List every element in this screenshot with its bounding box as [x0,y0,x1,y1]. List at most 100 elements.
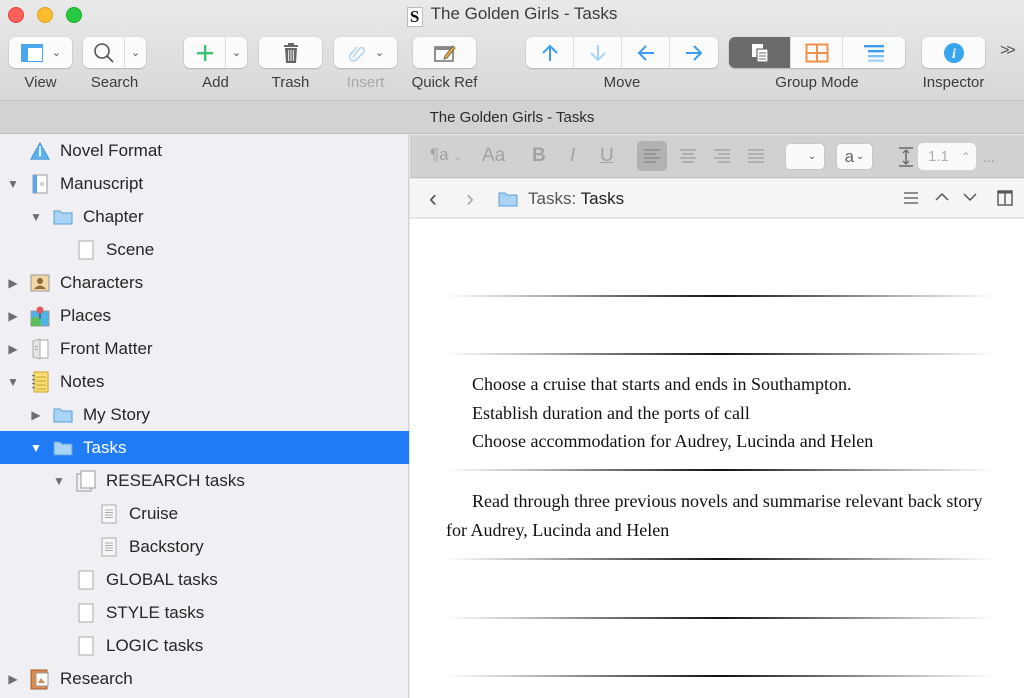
inspector-button[interactable]: i [922,37,985,68]
outliner-icon [864,44,884,62]
binder-item-scene[interactable]: Scene [0,233,409,266]
binder-item-chapter[interactable]: ▼ Chapter [0,200,409,233]
info-icon: i [943,42,964,63]
binder-item-my-story[interactable]: ▶ My Story [0,398,409,431]
align-left-button[interactable] [637,141,667,171]
document-separator [445,469,995,471]
disclosure-expanded-icon[interactable]: ▼ [30,210,42,224]
font-button[interactable]: Aa [482,145,505,167]
disclosure-expanded-icon[interactable]: ▼ [53,474,65,488]
binder-item-label: Backstory [129,536,204,556]
search-icon [93,42,114,63]
binder-item-style-tasks[interactable]: STYLE tasks [0,596,409,629]
disclosure-expanded-icon[interactable]: ▼ [7,177,19,191]
trash-icon [283,42,298,63]
view-button[interactable]: ⌄ [9,37,72,68]
disclosure-expanded-icon[interactable]: ▼ [7,375,19,389]
editor-header-bar: The Golden Girls - Tasks [0,101,1024,134]
binder-sidebar: Novel Format ▼ Manuscript ▼ Chapter Scene ▶ Cha… [0,134,409,698]
binder-item-notes[interactable]: ▼ Notes [0,365,409,398]
arrow-up-icon [541,44,558,61]
binder-item-label: Scene [106,239,155,259]
binder-item-tasks[interactable]: ▼ Tasks [0,431,409,464]
align-justify-icon[interactable] [741,141,771,171]
corkboard-mode-button[interactable] [791,37,843,68]
folder-icon [53,207,73,227]
toolbar-overflow-button[interactable]: >> [1000,42,1016,60]
chevron-down-icon: ⌄ [231,47,242,59]
search-button[interactable]: ⌄ [83,37,146,68]
document-text-backstory[interactable]: Read through three previous novels and s… [446,487,986,544]
search-label: Search [90,74,139,91]
disclosure-collapsed-icon[interactable]: ▶ [30,408,42,422]
trash-button[interactable] [259,37,322,68]
underline-button[interactable]: U [600,145,614,167]
blank-document-icon [76,240,96,260]
binder-item-research-tasks[interactable]: ▼ RESEARCH tasks [0,464,409,497]
binder-item-label: Characters [60,272,144,292]
blank-document-icon [76,636,96,656]
binder-item-front-matter[interactable]: ▶ Front Matter [0,332,409,365]
document-separator [445,295,995,297]
window-title-text: The Golden Girls - Tasks [430,4,618,23]
arrow-right-icon [686,44,703,61]
split-editor-icon[interactable] [997,190,1013,206]
binder-item-label: LOGIC tasks [106,635,204,655]
binder-item-novel-format[interactable]: Novel Format [0,134,409,167]
text-line: Establish duration and the ports of call [472,402,750,423]
folder-icon [53,438,73,458]
chevron-up-icon[interactable] [935,192,949,202]
paragraph-style-button[interactable]: ¶a ⌄ [430,145,462,165]
binder-item-places[interactable]: ▶ Places [0,299,409,332]
line-spacing-stepper[interactable]: 1.1 ⌃ [918,143,976,170]
align-center-icon[interactable] [673,141,703,171]
disclosure-expanded-icon[interactable]: ▼ [30,441,42,455]
text-color-dropdown[interactable]: a ⌄ [836,143,873,170]
binder-item-characters[interactable]: ▶ Characters [0,266,409,299]
disclosure-collapsed-icon[interactable]: ▶ [7,309,19,323]
bookmarks-menu-icon[interactable] [903,191,919,205]
binder-item-label: Tasks [83,437,127,457]
add-button[interactable]: ⌄ [184,37,247,68]
binder-item-global-tasks[interactable]: GLOBAL tasks [0,563,409,596]
add-label: Add [202,74,229,91]
group-mode-label: Group Mode [775,74,859,91]
editor-nav-bar: ‹ › Tasks: Tasks [410,179,1024,218]
quick-ref-button[interactable] [413,37,476,68]
chevron-down-icon[interactable] [963,192,977,202]
document-stack-icon [76,470,96,491]
move-label: Move [603,74,641,91]
binder-item-logic-tasks[interactable]: LOGIC tasks [0,629,409,662]
binder-item-label: Front Matter [60,338,153,358]
text-line: Choose accommodation for Audrey, Lucinda… [472,431,874,451]
document-text-cruise[interactable]: Choose a cruise that starts and ends in … [446,370,1006,456]
disclosure-collapsed-icon[interactable]: ▶ [7,672,19,686]
move-up-button[interactable] [526,37,574,68]
binder-item-manuscript[interactable]: ▼ Manuscript [0,167,409,200]
bold-button[interactable]: B [532,145,546,167]
align-right-icon[interactable] [707,141,737,171]
disclosure-collapsed-icon[interactable]: ▶ [7,276,19,290]
binder-item-label: Manuscript [60,173,144,193]
binder-item-research[interactable]: ▶ Research [0,662,409,695]
back-button[interactable]: ‹ [429,185,437,213]
insert-button[interactable]: ⌄ [334,37,397,68]
document-separator [445,617,995,619]
trash-label: Trash [271,74,310,91]
document-path[interactable]: Tasks: Tasks [528,189,624,209]
places-icon [30,306,50,326]
binder-item-cruise[interactable]: Cruise [0,497,409,530]
more-format-button[interactable]: ... [983,149,995,165]
binder-item-backstory[interactable]: Backstory [0,530,409,563]
forward-button[interactable]: › [466,185,474,213]
highlight-color-dropdown[interactable]: ⌄ [785,143,825,170]
scrivenings-mode-button[interactable] [729,37,791,68]
move-left-button[interactable] [622,37,670,68]
editor-text-area[interactable]: Choose a cruise that starts and ends in … [410,219,1024,698]
disclosure-collapsed-icon[interactable]: ▶ [7,342,19,356]
move-down-button[interactable] [574,37,622,68]
binder-item-label: GLOBAL tasks [106,569,218,589]
italic-button[interactable]: I [570,145,575,167]
move-right-button[interactable] [670,37,718,68]
outliner-mode-button[interactable] [843,37,905,68]
